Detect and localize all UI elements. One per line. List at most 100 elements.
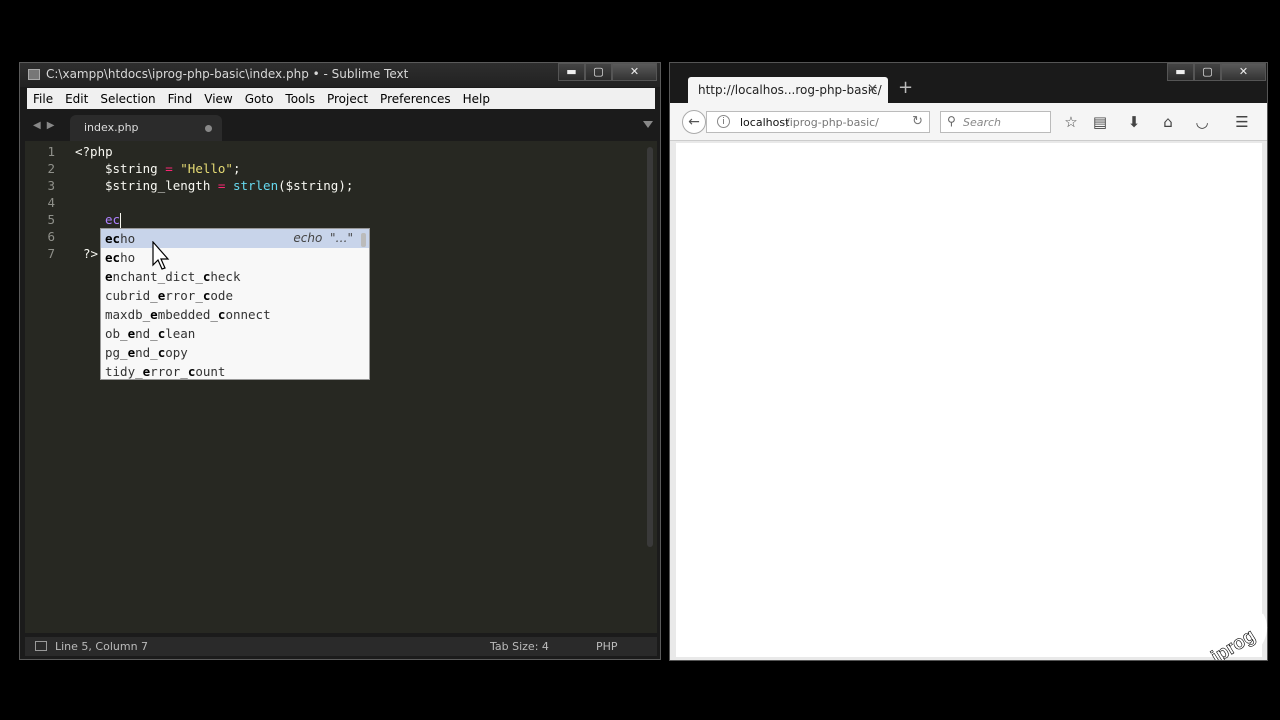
menu-goto[interactable]: Goto (239, 92, 280, 106)
menu-tools[interactable]: Tools (279, 92, 321, 106)
browser-tab-title: http://localhos...rog-php-basic/ (698, 83, 882, 97)
firefox-close-button[interactable]: ✕ (1221, 63, 1266, 81)
menu-selection[interactable]: Selection (94, 92, 161, 106)
autocomplete-item[interactable]: echo (101, 248, 369, 267)
unsaved-dot-icon[interactable] (205, 125, 212, 132)
firefox-minimize-button[interactable]: ▬ (1167, 63, 1194, 81)
search-placeholder: Search (963, 116, 1002, 129)
home-icon[interactable]: ⌂ (1159, 113, 1177, 131)
new-tab-button[interactable]: + (898, 77, 913, 98)
pocket-icon[interactable]: ◡ (1193, 113, 1211, 131)
line-number: 4 (47, 195, 55, 210)
code-operator: = (217, 178, 226, 193)
tab-size[interactable]: Tab Size: 4 (490, 640, 549, 653)
editor-scrollbar[interactable] (647, 147, 653, 547)
match-text: e (150, 307, 158, 322)
code-variable: $string_length (105, 178, 211, 193)
match-text: e (127, 326, 136, 341)
menu-help[interactable]: Help (457, 92, 496, 106)
firefox-window: ▬ ▢ ✕ http://localhos...rog-php-basic/ ✕… (669, 62, 1268, 661)
sublime-menubar: File Edit Selection Find View Goto Tools… (27, 88, 655, 109)
menu-edit[interactable]: Edit (59, 92, 94, 106)
reload-icon[interactable]: ↻ (912, 114, 923, 129)
iprog-logo: iprog (1208, 600, 1267, 660)
code-line-2: $string = "Hello"; (105, 160, 241, 177)
autocomplete-item[interactable]: enchant_dict_check (101, 267, 369, 286)
match-text: ec (105, 250, 121, 265)
autocomplete-popup[interactable]: echo echo "…" echo enchant_dict_check cub… (100, 228, 370, 380)
sublime-maximize-button[interactable]: ▢ (585, 63, 612, 81)
reading-list-icon[interactable]: ▤ (1091, 113, 1109, 131)
back-arrow-icon[interactable]: ← (682, 110, 706, 134)
rest-text: ho (120, 231, 136, 246)
php-close-tag: ?> (83, 246, 99, 261)
sublime-window-title: C:\xampp\htdocs\iprog-php-basic\index.ph… (46, 67, 409, 81)
match-text: e (105, 269, 113, 284)
autocomplete-item[interactable]: pg_end_copy (101, 343, 369, 362)
autocomplete-item[interactable]: maxdb_embedded_connect (101, 305, 369, 324)
code-line-3: $string_length = strlen($string); (105, 177, 353, 194)
code-args: ($string); (278, 178, 354, 193)
sublime-tabbar: ◀▶ index.php (25, 113, 657, 141)
item-text: rror_ (165, 288, 203, 303)
autocomplete-item[interactable]: tidy_error_count (101, 362, 369, 381)
hamburger-menu-icon[interactable]: ☰ (1233, 113, 1251, 131)
match-text: ec (105, 231, 121, 246)
site-info-icon[interactable]: i (717, 115, 730, 128)
item-text: heck (210, 269, 241, 284)
item-text: ode (210, 288, 233, 303)
bookmark-star-icon[interactable]: ☆ (1062, 113, 1080, 131)
url-bar[interactable]: i localhost /iprog-php-basic/ ↻ (706, 111, 930, 133)
autocomplete-item[interactable]: cubrid_error_code (101, 286, 369, 305)
menu-file[interactable]: File (27, 92, 59, 106)
sublime-app-icon (28, 69, 40, 80)
tab-menu-chevron-icon[interactable] (643, 121, 653, 128)
item-text: onnect (225, 307, 271, 322)
tab-close-icon[interactable]: ✕ (867, 82, 878, 97)
code-string: "Hello" (180, 161, 233, 176)
line-number: 6 (47, 229, 55, 244)
item-text: nd_ (135, 345, 158, 360)
autocomplete-item[interactable]: ob_end_clean (101, 324, 369, 343)
item-text: nd_ (135, 326, 158, 341)
item-text: ob_ (105, 326, 128, 341)
menu-project[interactable]: Project (321, 92, 374, 106)
firefox-navbar: ← i localhost /iprog-php-basic/ ↻ ⚲ Sear… (670, 103, 1267, 141)
autocomplete-hint: echo "…" (293, 231, 353, 245)
code-line-5: ec (105, 211, 122, 228)
downloads-icon[interactable]: ⬇ (1125, 113, 1143, 131)
tab-index-php[interactable]: index.php (70, 115, 222, 141)
panel-toggle-icon[interactable] (35, 641, 47, 651)
code-typed-text: ec (105, 212, 121, 227)
item-text: cubrid_ (105, 288, 158, 303)
autocomplete-scrollbar[interactable] (361, 233, 366, 247)
line-number: 3 (47, 178, 55, 193)
url-host: localhost (740, 116, 790, 129)
mouse-cursor-icon (152, 241, 170, 270)
match-text: e (127, 345, 136, 360)
line-number: 1 (47, 144, 55, 159)
item-text: lean (165, 326, 196, 341)
firefox-maximize-button[interactable]: ▢ (1194, 63, 1221, 81)
line-number: 7 (47, 246, 55, 261)
syntax-mode[interactable]: PHP (596, 640, 618, 653)
code-editor[interactable]: 1 2 3 4 5 6 7 <?php $string = "Hello"; $… (25, 141, 657, 633)
line-number: 2 (47, 161, 55, 176)
sublime-titlebar: C:\xampp\htdocs\iprog-php-basic\index.ph… (20, 63, 660, 87)
browser-tab[interactable]: http://localhos...rog-php-basic/ ✕ (688, 77, 888, 103)
code-semicolon: ; (232, 161, 241, 176)
item-text: pg_ (105, 345, 128, 360)
page-content[interactable] (676, 143, 1262, 657)
menu-find[interactable]: Find (162, 92, 199, 106)
menu-preferences[interactable]: Preferences (374, 92, 457, 106)
cursor-position[interactable]: Line 5, Column 7 (55, 640, 148, 653)
item-text: rror_ (150, 364, 188, 379)
sublime-close-button[interactable]: ✕ (612, 63, 657, 81)
tab-nav-arrows-icon[interactable]: ◀▶ (33, 120, 60, 131)
item-text: mbedded_ (157, 307, 218, 322)
sublime-minimize-button[interactable]: ▬ (558, 63, 585, 81)
sublime-statusbar: Line 5, Column 7 Tab Size: 4 PHP (25, 637, 657, 656)
autocomplete-item-selected[interactable]: echo echo "…" (101, 229, 369, 248)
menu-view[interactable]: View (198, 92, 238, 106)
search-input[interactable]: ⚲ Search (940, 111, 1051, 133)
